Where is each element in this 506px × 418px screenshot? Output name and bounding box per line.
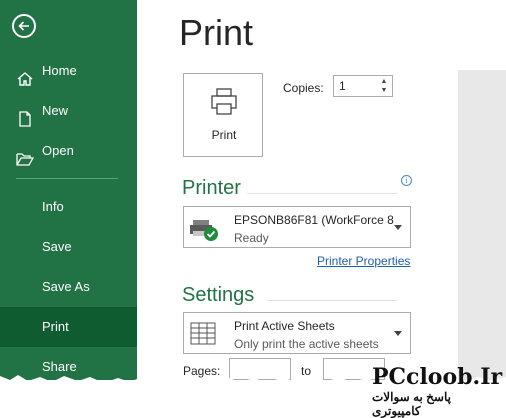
- settings-heading: Settings: [182, 284, 255, 306]
- sidebar-item-new[interactable]: New: [0, 91, 137, 131]
- backstage-sidebar: Home New Open Info Save Save As Print Sh…: [0, 0, 137, 380]
- sidebar-item-print[interactable]: Print: [0, 307, 137, 347]
- printer-heading-rule: [247, 193, 397, 194]
- watermark-subtitle: پاسخ به سوالات کامپیوتری: [372, 390, 451, 418]
- sidebar-item-label: Save: [42, 239, 72, 254]
- copies-value: 1: [339, 79, 346, 93]
- sidebar-item-label: Home: [42, 63, 77, 78]
- print-sheets-desc: Only print the active sheets: [234, 337, 379, 351]
- folder-open-icon: [16, 143, 35, 166]
- print-button[interactable]: Print: [183, 73, 263, 157]
- copies-stepper[interactable]: 1 ▲ ▼: [333, 75, 393, 97]
- spin-up-icon[interactable]: ▲: [379, 77, 389, 86]
- preview-top: [458, 0, 506, 70]
- home-icon: [16, 63, 34, 86]
- sidebar-item-save-as[interactable]: Save As: [0, 267, 137, 307]
- spin-down-icon[interactable]: ▼: [379, 86, 389, 95]
- sidebar-item-label: Open: [42, 143, 74, 158]
- printer-icon: [211, 88, 237, 115]
- watermark-title: PCcloob.Ir: [372, 364, 503, 390]
- printer-dropdown[interactable]: EPSONB86F81 (WorkForce 8... Ready: [183, 206, 411, 248]
- page-title: Print: [179, 12, 254, 53]
- printer-properties-link[interactable]: Printer Properties: [317, 254, 410, 268]
- printer-name: EPSONB86F81 (WorkForce 8...: [234, 213, 394, 227]
- print-preview-area: [458, 70, 506, 380]
- printer-ready-icon: [189, 216, 219, 247]
- new-file-icon: [16, 103, 34, 127]
- sidebar-item-home[interactable]: Home: [0, 51, 137, 91]
- print-sheets-title: Print Active Sheets: [234, 319, 335, 333]
- printer-status: Ready: [234, 231, 269, 245]
- print-sheets-dropdown[interactable]: Print Active Sheets Only print the activ…: [183, 312, 411, 354]
- sidebar-item-info[interactable]: Info: [0, 187, 137, 227]
- sheet-grid-icon: [189, 322, 219, 351]
- print-panel: Print Print Copies: 1 ▲ ▼ Printer i EPSO…: [137, 0, 506, 380]
- sidebar-item-label: Save As: [42, 279, 90, 294]
- printer-heading: Printer: [182, 177, 241, 199]
- sidebar-item-label: New: [42, 103, 69, 118]
- chevron-down-icon: [394, 225, 402, 230]
- sidebar-divider: [16, 178, 118, 179]
- sidebar-item-label: Print: [42, 319, 69, 334]
- sidebar-item-save[interactable]: Save: [0, 227, 137, 267]
- print-button-label: Print: [211, 128, 237, 142]
- sidebar-item-open[interactable]: Open: [0, 131, 137, 171]
- copies-label: Copies:: [283, 81, 324, 95]
- back-arrow-icon[interactable]: [12, 14, 36, 38]
- chevron-down-icon: [394, 331, 402, 336]
- settings-heading-rule: [267, 300, 397, 301]
- info-icon[interactable]: i: [401, 175, 412, 186]
- sidebar-item-label: Info: [42, 199, 64, 214]
